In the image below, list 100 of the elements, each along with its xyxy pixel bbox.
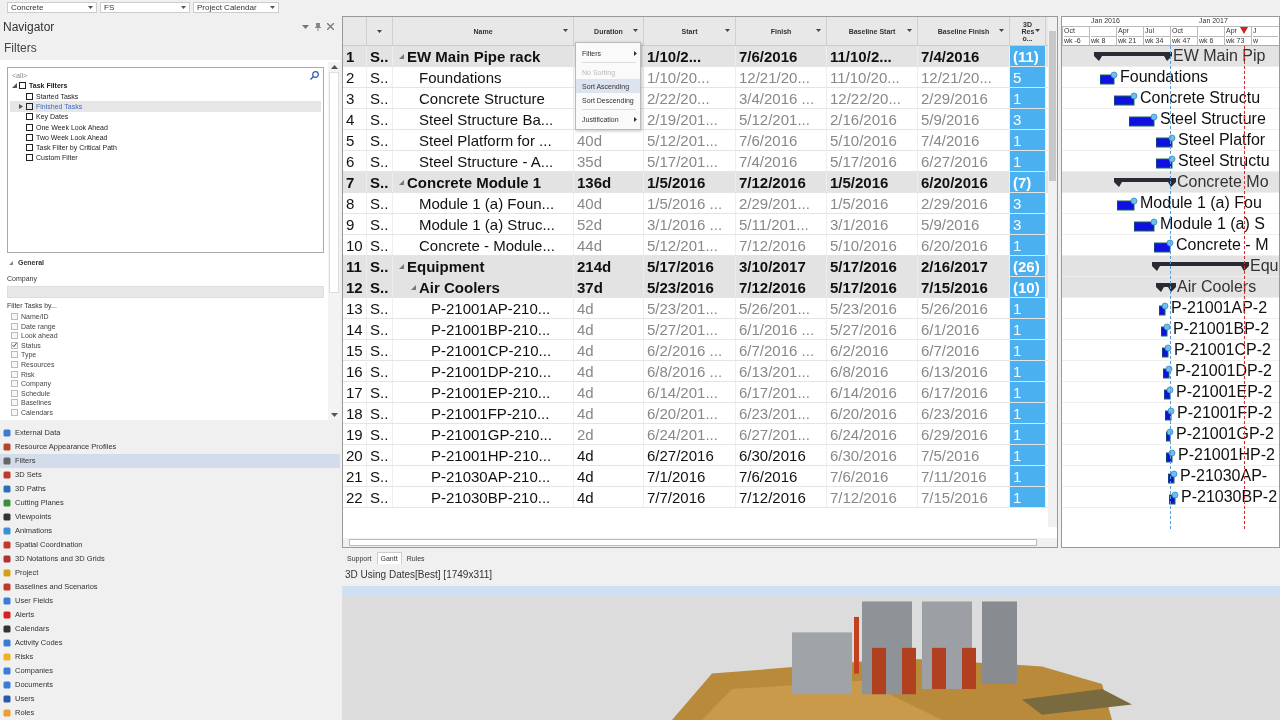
dropdown[interactable]: Concrete (7, 2, 97, 14)
row-number: 6 (343, 151, 367, 171)
task-bar[interactable] (1156, 155, 1178, 169)
dropdown[interactable]: Project Calendar (193, 2, 279, 14)
task-bar[interactable] (1161, 323, 1173, 337)
task-bar[interactable] (1100, 71, 1120, 85)
collapse-icon[interactable] (9, 260, 13, 265)
checkbox[interactable] (26, 154, 33, 162)
task-bar[interactable] (1154, 239, 1176, 253)
dropdown-icon[interactable] (302, 24, 309, 29)
bar-label: Steel Structure (1160, 110, 1266, 128)
scroll-down-icon[interactable] (330, 413, 338, 417)
checkbox[interactable] (11, 360, 18, 368)
row-number: 9 (343, 214, 367, 234)
collapse-icon[interactable] (12, 83, 17, 89)
table-cell: 1 (1010, 466, 1046, 486)
table-cell: 52d (577, 215, 603, 233)
checkbox[interactable] (11, 341, 18, 349)
task-bar[interactable] (1114, 92, 1140, 106)
checkbox[interactable] (11, 351, 18, 359)
bar-label: P-21030AP- (1180, 467, 1268, 485)
caret-icon[interactable] (999, 29, 1004, 32)
checkbox[interactable] (26, 92, 33, 100)
bar-label: P-21001DP-2 (1175, 362, 1272, 380)
summary-bar[interactable] (1156, 281, 1176, 293)
checkbox[interactable] (19, 82, 26, 90)
row-number: 10 (343, 235, 367, 255)
caret-icon[interactable] (725, 29, 730, 32)
task-bar[interactable] (1159, 302, 1171, 316)
task-name: Equipment (407, 257, 485, 275)
task-bar[interactable] (1163, 365, 1175, 379)
scrollbar[interactable] (1048, 17, 1057, 527)
caret-icon[interactable] (816, 29, 821, 32)
checkbox[interactable] (26, 144, 33, 152)
dropdown[interactable]: FS (100, 2, 190, 14)
collapse-icon[interactable] (399, 263, 404, 269)
task-bar[interactable] (1162, 344, 1174, 358)
table-cell: 6/14/201... (644, 382, 736, 402)
checkbox[interactable] (11, 408, 18, 416)
collapse-icon[interactable] (399, 53, 404, 59)
task-bar[interactable] (1129, 113, 1160, 127)
bar-label: P-21001CP-2 (1174, 341, 1271, 359)
caret-icon[interactable] (633, 29, 638, 32)
company-field[interactable] (7, 285, 324, 298)
table-cell: S.. (367, 67, 393, 87)
task-bar[interactable] (1164, 386, 1176, 400)
table-cell: 6/24/201... (644, 424, 736, 444)
row-number: 5 (343, 130, 367, 150)
task-bar[interactable] (1166, 449, 1178, 463)
square-icon (3, 541, 11, 549)
summary-bar[interactable] (1114, 176, 1176, 188)
summary-bar[interactable] (1094, 50, 1172, 62)
square-icon (3, 569, 11, 577)
table-cell: 5/12/201... (644, 235, 736, 255)
scroll-up-icon[interactable] (330, 64, 338, 69)
scrollbar[interactable] (328, 61, 340, 420)
table-cell: 214d (577, 257, 612, 275)
task-bar[interactable] (1134, 218, 1160, 232)
task-name: P-21001GP-210... (431, 425, 552, 443)
panel-title: Navigator (3, 19, 55, 34)
task-bar[interactable] (1165, 407, 1177, 421)
table-cell: (10) (1010, 277, 1046, 297)
expand-icon[interactable] (19, 103, 24, 109)
bar-label: P-21001GP-2 (1176, 425, 1274, 443)
checkbox[interactable] (11, 313, 18, 320)
task-bar[interactable] (1166, 428, 1176, 442)
square-icon (3, 709, 11, 717)
checkbox[interactable] (11, 332, 18, 340)
task-bar[interactable] (1117, 197, 1140, 211)
caret-icon[interactable] (907, 29, 912, 32)
checkbox[interactable] (26, 113, 33, 121)
table-cell: 11/10/20... (827, 67, 918, 87)
collapse-icon[interactable] (399, 179, 404, 185)
table-cell: 1/5/2016 (827, 193, 918, 213)
table-cell: 40d (577, 194, 603, 212)
table-cell: 4d (577, 362, 594, 380)
caret-icon[interactable] (1035, 29, 1040, 32)
task-bar[interactable] (1168, 470, 1180, 484)
bar-label: P-21001BP-2 (1173, 320, 1270, 338)
scrollbar[interactable] (343, 538, 1057, 547)
task-bar[interactable] (1169, 491, 1181, 505)
checkbox[interactable] (26, 102, 33, 110)
pin-icon[interactable] (315, 22, 321, 31)
collapse-icon[interactable] (411, 284, 416, 290)
checkbox[interactable] (26, 123, 33, 131)
search-icon[interactable] (310, 70, 319, 80)
close-icon[interactable] (327, 23, 334, 31)
checkbox[interactable] (11, 322, 18, 330)
checkbox[interactable] (11, 370, 18, 378)
checkbox[interactable] (11, 399, 18, 407)
table-cell: (7) (1010, 172, 1046, 192)
caret-icon[interactable] (563, 29, 568, 32)
checkbox[interactable] (26, 133, 33, 141)
checkbox[interactable] (11, 389, 18, 397)
table-cell: 1 (1010, 382, 1046, 402)
summary-bar[interactable] (1152, 260, 1249, 272)
bar-label: Module 1 (a) Fou (1140, 194, 1262, 212)
task-bar[interactable] (1156, 134, 1178, 148)
checkbox[interactable] (11, 380, 18, 388)
table-cell: S.. (367, 466, 393, 486)
